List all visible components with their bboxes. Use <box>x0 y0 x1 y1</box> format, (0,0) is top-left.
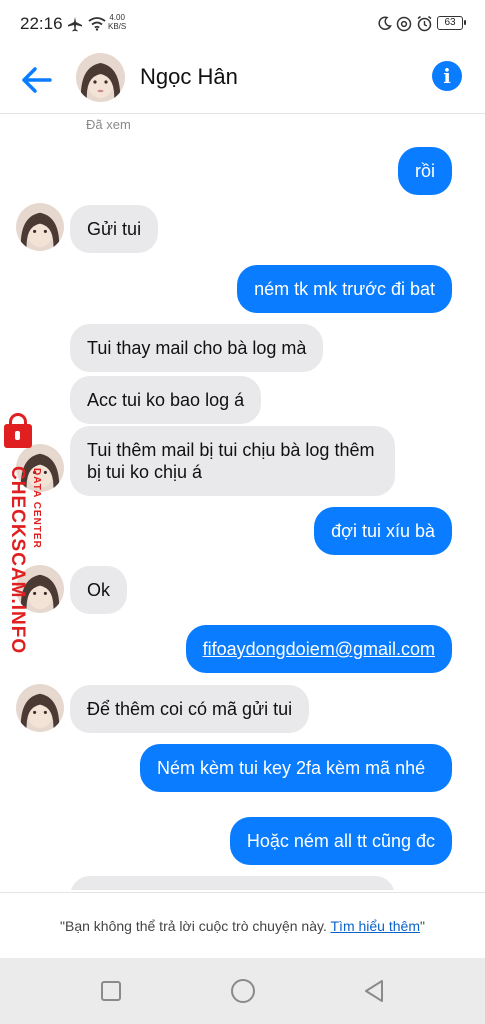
message-sent-email-link[interactable]: fifoaydongdoiem@gmail.com <box>185 625 452 673</box>
at-icon <box>396 16 412 32</box>
home-icon[interactable] <box>228 976 258 1006</box>
message-received[interactable]: Để thêm coi có mã gửi tui <box>70 685 310 733</box>
battery-icon: 63 <box>437 16 466 30</box>
watermark-subtitle: DATA CENTER <box>31 468 42 549</box>
back-icon[interactable] <box>360 976 390 1006</box>
wifi-icon <box>88 17 106 31</box>
cannot-reply-text: "Bạn không thể trả lời cuộc trò chuyện n… <box>60 918 327 934</box>
cannot-reply-notice: "Bạn không thể trả lời cuộc trò chuyện n… <box>0 892 485 958</box>
contact-name[interactable]: Ngọc Hân <box>140 64 238 90</box>
contact-avatar[interactable] <box>76 53 125 102</box>
email-link[interactable]: fifoaydongdoiem@gmail.com <box>203 639 435 659</box>
contact-avatar[interactable] <box>16 684 64 732</box>
message-sent[interactable]: rồi <box>397 147 452 195</box>
contact-avatar[interactable] <box>16 203 64 251</box>
message-received[interactable]: Gửi tui <box>70 205 159 253</box>
network-speed-unit: KB/S <box>108 22 127 31</box>
message-received[interactable]: Acc tui ko bao log á <box>70 376 262 424</box>
message-sent[interactable]: Hoặc ném all tt cũng đc <box>229 817 452 865</box>
message-sent[interactable]: ném tk mk trước đi bat <box>237 265 452 313</box>
closing-quote: " <box>419 918 425 934</box>
airplane-icon <box>68 17 82 32</box>
lock-icon <box>4 413 32 448</box>
moon-icon <box>378 16 392 30</box>
message-sent[interactable]: Ném kèm tui key 2fa kèm mã nhé <box>140 744 452 792</box>
watermark-brand: CHECKSCAM.INFO <box>7 466 28 655</box>
system-nav-bar <box>0 958 485 1024</box>
conversation-header: Ngọc Hân i <box>0 48 485 114</box>
recent-apps-icon[interactable] <box>96 976 126 1006</box>
message-sent[interactable]: đợi tui xíu bà <box>314 507 452 555</box>
message-received[interactable]: Ok <box>70 566 128 614</box>
seen-status: Đã xem <box>86 117 131 132</box>
info-icon[interactable]: i <box>432 61 462 91</box>
watermark: CHECKSCAM.INFO DATA CENTER <box>0 413 56 658</box>
message-received[interactable]: Tui thêm mail bị tui chịu bà log thêm bị… <box>70 426 395 496</box>
back-arrow-icon[interactable] <box>18 60 58 100</box>
alarm-icon <box>417 15 432 32</box>
message-received-partial[interactable] <box>70 876 395 890</box>
status-bar: 22:16 4.00 KB/S 63 <box>0 0 485 48</box>
network-speed: 4.00 KB/S <box>108 13 126 31</box>
message-list[interactable]: Đã xem rồi Gửi tui ném tk mk trước đi ba… <box>0 114 485 890</box>
network-speed-value: 4.00 <box>109 13 125 22</box>
status-time: 22:16 <box>20 14 63 33</box>
learn-more-link[interactable]: Tìm hiểu thêm <box>331 918 420 934</box>
message-received[interactable]: Tui thay mail cho bà log mà <box>70 324 324 372</box>
